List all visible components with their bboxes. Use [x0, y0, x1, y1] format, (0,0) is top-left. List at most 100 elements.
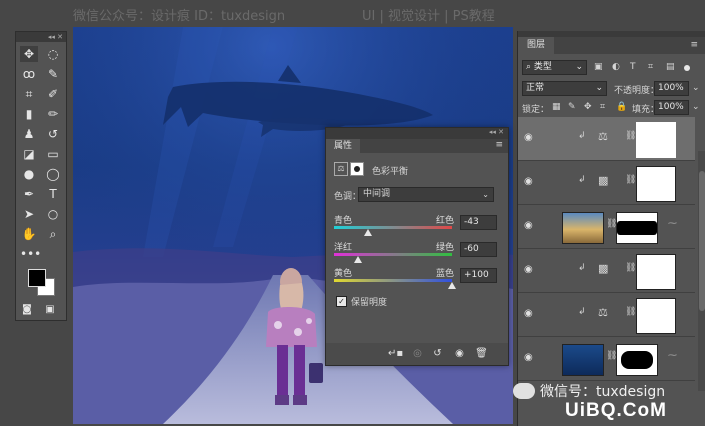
tools-panel-header[interactable]: ◂◂ ✕ — [16, 32, 66, 42]
layer-row-levels-2[interactable]: ◉ ↲ ▩ ⛓ — [518, 249, 695, 293]
layer-mask-icon[interactable] — [350, 162, 364, 176]
hand-tool-icon[interactable]: ✋ — [20, 226, 38, 242]
eyedropper-tool-icon[interactable]: ✐ — [44, 86, 62, 102]
magenta-green-thumb[interactable] — [353, 256, 362, 263]
visibility-eye-icon[interactable]: ◉ — [524, 352, 535, 363]
type-tool-icon[interactable]: T — [44, 186, 62, 202]
magenta-green-track[interactable] — [334, 253, 452, 256]
visibility-eye-icon[interactable]: ◉ — [524, 264, 535, 275]
mask-link-icon[interactable]: ⛓ — [625, 175, 636, 185]
quick-select-tool-icon[interactable]: ✎ — [44, 66, 62, 82]
fill-input[interactable]: 100% — [654, 100, 689, 115]
yellow-blue-value[interactable]: +100 — [460, 268, 497, 283]
gradient-tool-icon[interactable]: ▭ — [44, 146, 62, 162]
visibility-eye-icon[interactable]: ◉ — [524, 220, 535, 231]
lock-label: 锁定： — [522, 105, 550, 115]
fill-chevron-icon[interactable]: ⌄ — [692, 102, 700, 112]
tone-select[interactable]: 中间调 ⌄ — [358, 187, 494, 202]
layer-mask-thumbnail[interactable] — [636, 298, 676, 334]
filter-smart-object-icon[interactable]: ▤ — [666, 62, 675, 72]
yellow-blue-track[interactable] — [334, 279, 452, 282]
visibility-eye-icon[interactable]: ◉ — [524, 176, 535, 187]
cyan-red-thumb[interactable] — [363, 229, 372, 236]
lasso-tool-icon[interactable]: ꝏ — [20, 66, 38, 82]
layer-image-thumbnail[interactable] — [562, 344, 604, 376]
mask-link-icon[interactable]: ⛓ — [625, 131, 636, 141]
panel-collapse-close-icon[interactable]: ◂◂ ✕ — [489, 128, 504, 136]
reset-icon[interactable]: ↺ — [430, 347, 445, 361]
slider-yellow-label: 黄色 — [334, 269, 353, 279]
clone-stamp-tool-icon[interactable]: ♟ — [20, 126, 38, 142]
quick-mask-icon[interactable]: ◙ — [18, 302, 36, 318]
layer-filter-select[interactable]: ⌕ 类型 ⌄ — [522, 60, 587, 75]
lock-position-icon[interactable]: ✥ — [584, 102, 592, 112]
layer-effects-icon[interactable]: ⁓ — [668, 219, 677, 229]
view-previous-state-icon[interactable]: ◎ — [410, 347, 425, 361]
tab-properties[interactable]: 属性 — [326, 139, 361, 153]
yellow-blue-thumb[interactable] — [448, 282, 456, 289]
opacity-chevron-icon[interactable]: ⌄ — [692, 83, 700, 93]
dodge-tool-icon[interactable]: ◯ — [44, 166, 62, 182]
ellipse-tool-icon[interactable]: ○ — [44, 206, 62, 222]
color-balance-adjustment-icon: ⚖ — [598, 306, 608, 319]
visibility-icon[interactable]: ◉ — [452, 347, 467, 361]
blend-mode-select[interactable]: 正常 ⌄ — [522, 81, 607, 96]
opacity-label: 不透明度： — [614, 86, 660, 96]
delete-icon[interactable]: 🗑 — [474, 347, 489, 361]
layer-row-girl-image[interactable]: ◉ ⛓ ⁓ — [518, 205, 695, 249]
properties-footer: ↵▪ ◎ ↺ ◉ 🗑 — [326, 343, 508, 365]
layer-mask-thumbnail[interactable] — [636, 122, 676, 158]
visibility-eye-icon[interactable]: ◉ — [524, 308, 535, 319]
layer-row-color-balance-2[interactable]: ◉ ↲ ⚖ ⛓ — [518, 293, 695, 337]
filter-type-icon[interactable]: T — [630, 62, 636, 72]
panel-menu-icon[interactable]: ≡ — [495, 140, 503, 150]
healing-brush-tool-icon[interactable]: ▮ — [20, 106, 38, 122]
cyan-red-value[interactable]: -43 — [460, 215, 497, 230]
lock-artboard-icon[interactable]: ⌗ — [600, 102, 605, 112]
zoom-tool-icon[interactable]: ⌕ — [44, 226, 62, 242]
site-logo-text: UiBQ.CoM — [565, 400, 667, 421]
marquee-tool-icon[interactable]: ◌ — [44, 46, 62, 62]
visibility-eye-icon[interactable]: ◉ — [524, 132, 535, 143]
magenta-green-value[interactable]: -60 — [460, 242, 497, 257]
layers-scrollbar-thumb[interactable] — [699, 171, 705, 311]
lock-all-icon[interactable]: 🔒 — [616, 102, 627, 112]
layer-image-thumbnail[interactable] — [562, 212, 604, 244]
opacity-input[interactable]: 100% — [654, 81, 689, 96]
layer-mask-thumbnail[interactable] — [636, 254, 676, 290]
eraser-tool-icon[interactable]: ◪ — [20, 146, 38, 162]
tab-layers[interactable]: 图层 — [518, 37, 555, 54]
foreground-color-swatch[interactable] — [28, 269, 46, 287]
layers-scrollbar[interactable] — [698, 151, 705, 391]
layer-mask-thumbnail[interactable] — [616, 344, 658, 376]
layer-mask-thumbnail[interactable] — [636, 166, 676, 202]
pen-tool-icon[interactable]: ✒ — [20, 186, 38, 202]
filter-pixel-icon[interactable]: ▣ — [594, 62, 603, 72]
clipping-arrow-icon: ↲ — [578, 131, 586, 141]
mask-link-icon[interactable]: ⛓ — [625, 307, 636, 317]
layer-row-color-balance-1[interactable]: ◉ ↲ ⚖ ⛓ — [518, 117, 695, 161]
lock-transparent-icon[interactable]: ▦ — [552, 102, 561, 112]
filter-toggle-icon[interactable] — [684, 65, 690, 71]
cyan-red-track[interactable] — [334, 226, 452, 229]
filter-shape-icon[interactable]: ⌗ — [648, 62, 653, 72]
layer-mask-thumbnail[interactable] — [616, 212, 658, 244]
blur-tool-icon[interactable]: ● — [20, 166, 38, 182]
layers-menu-icon[interactable]: ≡ — [690, 40, 698, 50]
history-brush-tool-icon[interactable]: ↺ — [44, 126, 62, 142]
screen-mode-icon[interactable]: ▣ — [41, 302, 59, 318]
mask-link-icon[interactable]: ⛓ — [625, 263, 636, 273]
layer-row-underwater-image[interactable]: ◉ ⛓ ⁓ — [518, 337, 695, 381]
move-tool-icon[interactable]: ✥ — [20, 46, 38, 62]
more-tools-icon[interactable]: ••• — [20, 246, 41, 262]
filter-adjustment-icon[interactable]: ◐ — [612, 62, 620, 72]
clip-to-layer-icon[interactable]: ↵▪ — [388, 347, 403, 361]
crop-tool-icon[interactable]: ⌗ — [20, 86, 38, 102]
layer-row-levels[interactable]: ◉ ↲ ▩ ⛓ — [518, 161, 695, 205]
brush-tool-icon[interactable]: ✏ — [44, 106, 62, 122]
path-select-tool-icon[interactable]: ➤ — [20, 206, 38, 222]
preserve-luminosity-checkbox[interactable]: ✓ — [336, 296, 347, 307]
layer-effects-icon[interactable]: ⁓ — [668, 351, 677, 361]
lock-pixels-icon[interactable]: ✎ — [568, 102, 576, 112]
properties-panel-header[interactable]: ◂◂ ✕ — [326, 128, 508, 139]
